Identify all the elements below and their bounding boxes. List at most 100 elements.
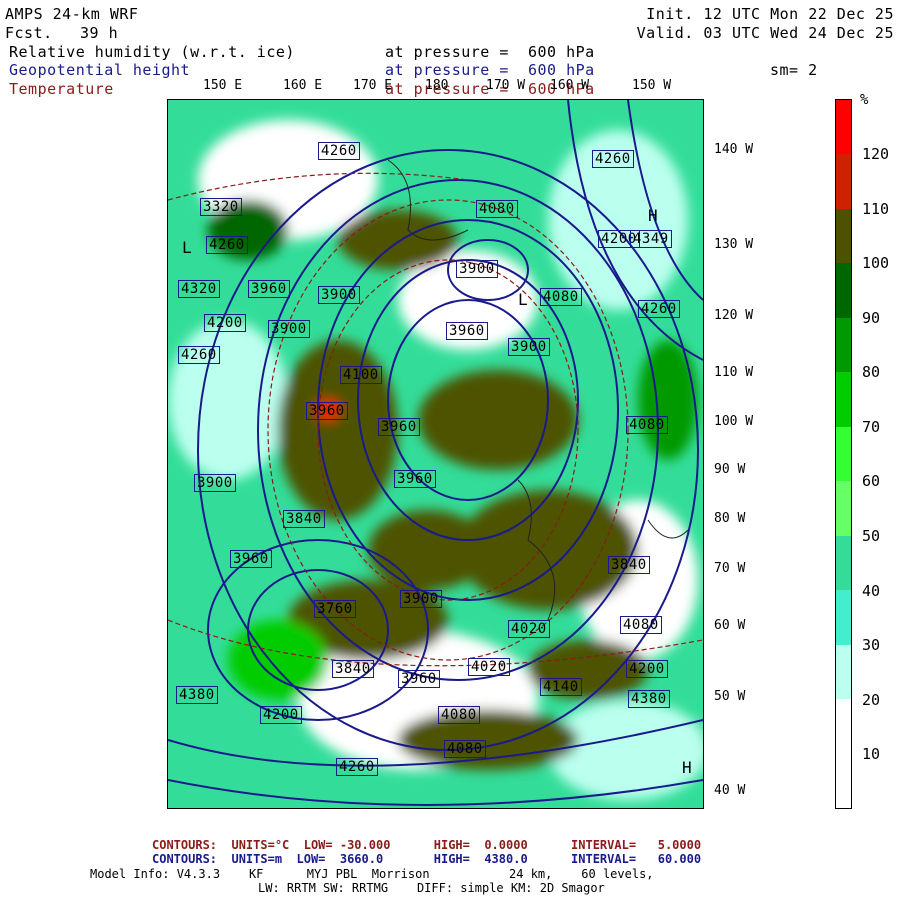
height-label: 3960 xyxy=(248,280,290,298)
colorbar-unit: % xyxy=(860,92,869,108)
colorbar-tick: 70 xyxy=(862,418,881,436)
lon-label-top: 160 E xyxy=(283,78,323,93)
forecast-hour: 39 h xyxy=(80,24,119,42)
height-label: 4080 xyxy=(476,200,518,218)
physics-info: LW: RRTM SW: RRTMG DIFF: simple KM: 2D S… xyxy=(258,881,605,895)
colorbar xyxy=(835,99,852,809)
height-label: 3760 xyxy=(314,600,356,618)
colorbar-tick: 50 xyxy=(862,527,881,545)
height-label: 3900 xyxy=(268,320,310,338)
colorbar-segment xyxy=(836,753,851,808)
height-label: 4260 xyxy=(178,346,220,364)
height-label: 4260 xyxy=(592,150,634,168)
height-label: 4380 xyxy=(176,686,218,704)
field-temp-name: Temperature xyxy=(9,80,114,98)
lon-label-top: 150 W xyxy=(632,78,672,93)
lon-label-right: 110 W xyxy=(714,365,754,380)
colorbar-tick: 100 xyxy=(862,254,890,272)
height-label: 3840 xyxy=(608,556,650,574)
height-label: 4200 xyxy=(626,660,668,678)
height-label: 4320 xyxy=(178,280,220,298)
colorbar-segment xyxy=(836,100,851,155)
height-label: 3840 xyxy=(283,510,325,528)
colorbar-segment xyxy=(836,644,851,700)
height-label: 3960 xyxy=(446,322,488,340)
colorbar-tick: 40 xyxy=(862,582,881,600)
colorbar-segment xyxy=(836,208,851,264)
height-label: 4140 xyxy=(540,678,582,696)
colorbar-segment xyxy=(836,372,851,427)
height-label: 4080 xyxy=(626,416,668,434)
lon-label-right: 100 W xyxy=(714,414,754,429)
lon-label-top: 150 E xyxy=(203,78,243,93)
height-label: 3900 xyxy=(318,286,360,304)
valid-time: Valid. 03 UTC Wed 24 Dec 25 xyxy=(636,24,894,42)
field-height-name: Geopotential height xyxy=(9,61,191,79)
model-info: Model Info: V4.3.3 KF MYJ PBL Morrison 2… xyxy=(90,867,654,881)
height-label: 3900 xyxy=(194,474,236,492)
height-label: 3900 xyxy=(508,338,550,356)
height-label: 4200 xyxy=(204,314,246,332)
height-label: 4100 xyxy=(340,366,382,384)
height-label: 4020 xyxy=(468,658,510,676)
height-label: 4260 xyxy=(638,300,680,318)
colorbar-tick: 10 xyxy=(862,745,881,763)
height-label: 4349 xyxy=(630,230,672,248)
init-time: Init. 12 UTC Mon 22 Dec 25 xyxy=(646,5,894,23)
height-label: 4080 xyxy=(444,740,486,758)
high-marker: H xyxy=(682,758,693,777)
height-label: 4080 xyxy=(540,288,582,306)
height-label: 3960 xyxy=(394,470,436,488)
height-label: 3840 xyxy=(332,660,374,678)
low-marker: L xyxy=(182,238,193,257)
height-label: 3900 xyxy=(400,590,442,608)
lon-label-top: 160 W xyxy=(550,78,590,93)
height-label: 3900 xyxy=(456,260,498,278)
colorbar-tick: 90 xyxy=(862,309,881,327)
height-label: 4020 xyxy=(508,620,550,638)
lon-label-right: 130 W xyxy=(714,237,754,252)
height-label: 4260 xyxy=(206,236,248,254)
height-label: 3960 xyxy=(230,550,272,568)
height-label: 3320 xyxy=(200,198,242,216)
smoothing-label: sm= 2 xyxy=(770,61,818,79)
field-height-level: at pressure = 600 hPa xyxy=(385,61,595,79)
lon-label-top: 170 W xyxy=(486,78,526,93)
colorbar-segment xyxy=(836,317,851,373)
weather-map: 4260 3320 4260 4320 4200 4260 3900 3960 … xyxy=(167,99,704,809)
forecast-label: Fcst. xyxy=(5,24,53,42)
colorbar-tick: 30 xyxy=(862,636,881,654)
lon-label-top: 180 xyxy=(425,78,449,93)
colorbar-segment xyxy=(836,263,851,318)
colorbar-segment xyxy=(836,154,851,209)
colorbar-tick: 20 xyxy=(862,691,881,709)
map-graphics xyxy=(168,100,703,808)
high-marker: H xyxy=(648,206,659,225)
height-label: 3960 xyxy=(378,418,420,436)
colorbar-segment xyxy=(836,535,851,591)
colorbar-tick: 60 xyxy=(862,472,881,490)
lon-label-top: 170 E xyxy=(353,78,393,93)
model-title: AMPS 24-km WRF xyxy=(5,5,139,23)
height-contour-info: CONTOURS: UNITS=m LOW= 3660.0 HIGH= 4380… xyxy=(152,852,702,866)
lon-label-right: 50 W xyxy=(714,689,746,704)
lon-label-right: 90 W xyxy=(714,462,746,477)
height-label: 4080 xyxy=(438,706,480,724)
lon-label-right: 120 W xyxy=(714,308,754,323)
height-label: 4260 xyxy=(336,758,378,776)
lon-label-right: 70 W xyxy=(714,561,746,576)
lon-label-right: 140 W xyxy=(714,142,754,157)
temperature-contour-info: CONTOURS: UNITS=°C LOW= -30.000 HIGH= 0.… xyxy=(152,838,702,852)
colorbar-segment xyxy=(836,590,851,645)
colorbar-segment xyxy=(836,699,851,754)
height-label: 4260 xyxy=(318,142,360,160)
colorbar-tick: 80 xyxy=(862,363,881,381)
colorbar-segment xyxy=(836,481,851,536)
height-label: 4380 xyxy=(628,690,670,708)
colorbar-tick: 110 xyxy=(862,200,890,218)
height-label: 3960 xyxy=(306,402,348,420)
height-label: 4200 xyxy=(260,706,302,724)
field-rh-level: at pressure = 600 hPa xyxy=(385,43,595,61)
field-rh-name: Relative humidity (w.r.t. ice) xyxy=(9,43,295,61)
lon-label-right: 60 W xyxy=(714,618,746,633)
